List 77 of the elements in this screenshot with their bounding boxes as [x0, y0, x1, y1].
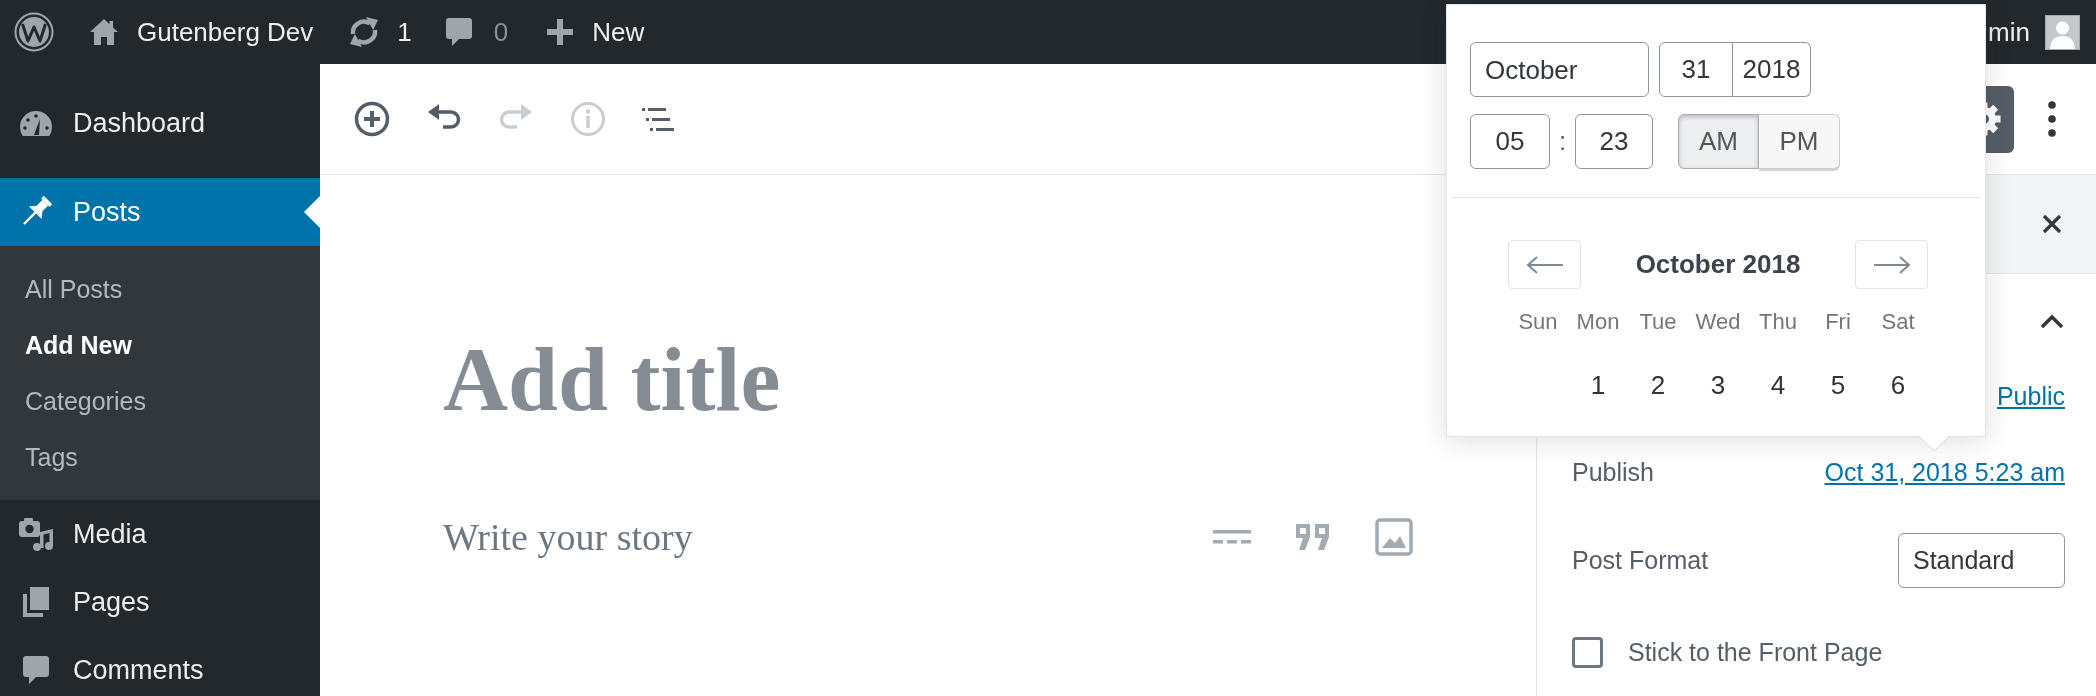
left-arrow-icon — [1524, 254, 1565, 275]
post-format-select[interactable]: Standard — [1898, 532, 2065, 588]
dashed-lines-icon — [1213, 528, 1251, 545]
menu-item[interactable]: Pages — [0, 568, 320, 636]
weekday-label: Sat — [1881, 309, 1915, 335]
right-arrow-icon — [1871, 254, 1912, 275]
submenu-item[interactable]: Categories — [0, 373, 320, 429]
submenu-item[interactable]: Add New — [0, 317, 320, 373]
pointer-icon — [304, 196, 320, 228]
plus-circle-icon — [354, 101, 390, 137]
menu-item[interactable]: Comments — [0, 636, 320, 696]
minutes-field[interactable]: 23 — [1575, 114, 1653, 169]
calendar-day[interactable]: 1 — [1590, 369, 1606, 401]
weekday-label: Wed — [1695, 309, 1741, 335]
close-icon — [2042, 214, 2062, 234]
post-format-label: Post Format — [1572, 545, 1709, 575]
sticky-checkbox[interactable] — [1572, 636, 1603, 668]
home-icon — [89, 17, 119, 47]
calendar-day[interactable]: 4 — [1770, 369, 1786, 401]
year-field[interactable]: 2018 — [1733, 42, 1811, 97]
publish-label: Publish — [1572, 457, 1654, 487]
weekday-label: Sun — [1518, 309, 1558, 335]
info-icon — [570, 101, 606, 137]
comments-link[interactable]: 0 — [444, 16, 509, 48]
time-separator: : — [1557, 126, 1568, 157]
outline-button[interactable] — [642, 105, 674, 133]
submenu-item[interactable]: All Posts — [0, 261, 320, 317]
speech-bubble-icon — [22, 655, 50, 685]
calendar-day[interactable]: 5 — [1830, 369, 1846, 401]
meridiem-button[interactable]: PM — [1759, 114, 1840, 169]
month-select[interactable]: October — [1470, 42, 1649, 97]
updates-link[interactable]: 1 — [346, 14, 412, 50]
image-icon — [1375, 517, 1413, 556]
meridiem-button[interactable]: AM — [1678, 114, 1759, 169]
chevron-up-icon — [2040, 313, 2064, 329]
speech-bubble-icon — [444, 17, 473, 47]
calendar-month-title: October 2018 — [1635, 249, 1801, 280]
menu-item[interactable]: Dashboard — [0, 89, 320, 157]
image-block-button[interactable] — [1375, 517, 1413, 556]
submenu-item[interactable]: Tags — [0, 429, 320, 485]
previous-month-button[interactable] — [1508, 240, 1581, 289]
new-content-link[interactable]: New — [547, 16, 645, 48]
quote-icon — [1294, 521, 1332, 552]
quote-block-button[interactable] — [1294, 521, 1332, 552]
panel-toggle-button[interactable] — [2040, 313, 2064, 329]
visibility-link[interactable]: Public — [1996, 381, 2065, 411]
paragraph-field[interactable]: Write your story — [443, 508, 699, 565]
logo-button[interactable] — [14, 12, 54, 52]
avatar-icon — [2045, 14, 2080, 50]
logo-icon — [14, 12, 54, 52]
calendar-day[interactable]: 3 — [1710, 369, 1726, 401]
more-block-button[interactable] — [1213, 528, 1251, 545]
weekday-label: Thu — [1759, 309, 1797, 335]
menu-item[interactable]: Posts — [0, 178, 320, 246]
account-link[interactable]: min — [1988, 14, 2080, 50]
title-field[interactable]: Add title — [443, 325, 787, 433]
calendar-day[interactable]: 6 — [1890, 369, 1906, 401]
gauge-icon — [19, 109, 53, 137]
weekday-label: Mon — [1576, 309, 1620, 335]
sticky-label: Stick to the Front Page — [1628, 637, 1883, 667]
plus-icon — [547, 19, 574, 45]
publish-date-link[interactable]: Oct 31, 2018 5:23 am — [1824, 457, 2065, 487]
calendar-day[interactable]: 2 — [1650, 369, 1666, 401]
weekday-label: Tue — [1639, 309, 1677, 335]
next-month-button[interactable] — [1855, 240, 1928, 289]
day-field[interactable]: 31 — [1659, 42, 1733, 97]
pages-icon — [21, 585, 51, 619]
camera-note-icon — [18, 517, 54, 551]
more-options-button[interactable] — [2048, 101, 2056, 137]
vertical-dots-icon — [2048, 101, 2056, 137]
inserter-button[interactable] — [354, 101, 390, 137]
list-icon — [642, 105, 674, 133]
menu-item[interactable]: Media — [0, 500, 320, 568]
close-button[interactable] — [2042, 214, 2062, 234]
weekday-label: Fri — [1825, 309, 1851, 335]
site-name-link[interactable]: Gutenberg Dev — [89, 16, 314, 48]
hours-field[interactable]: 05 — [1470, 114, 1550, 169]
